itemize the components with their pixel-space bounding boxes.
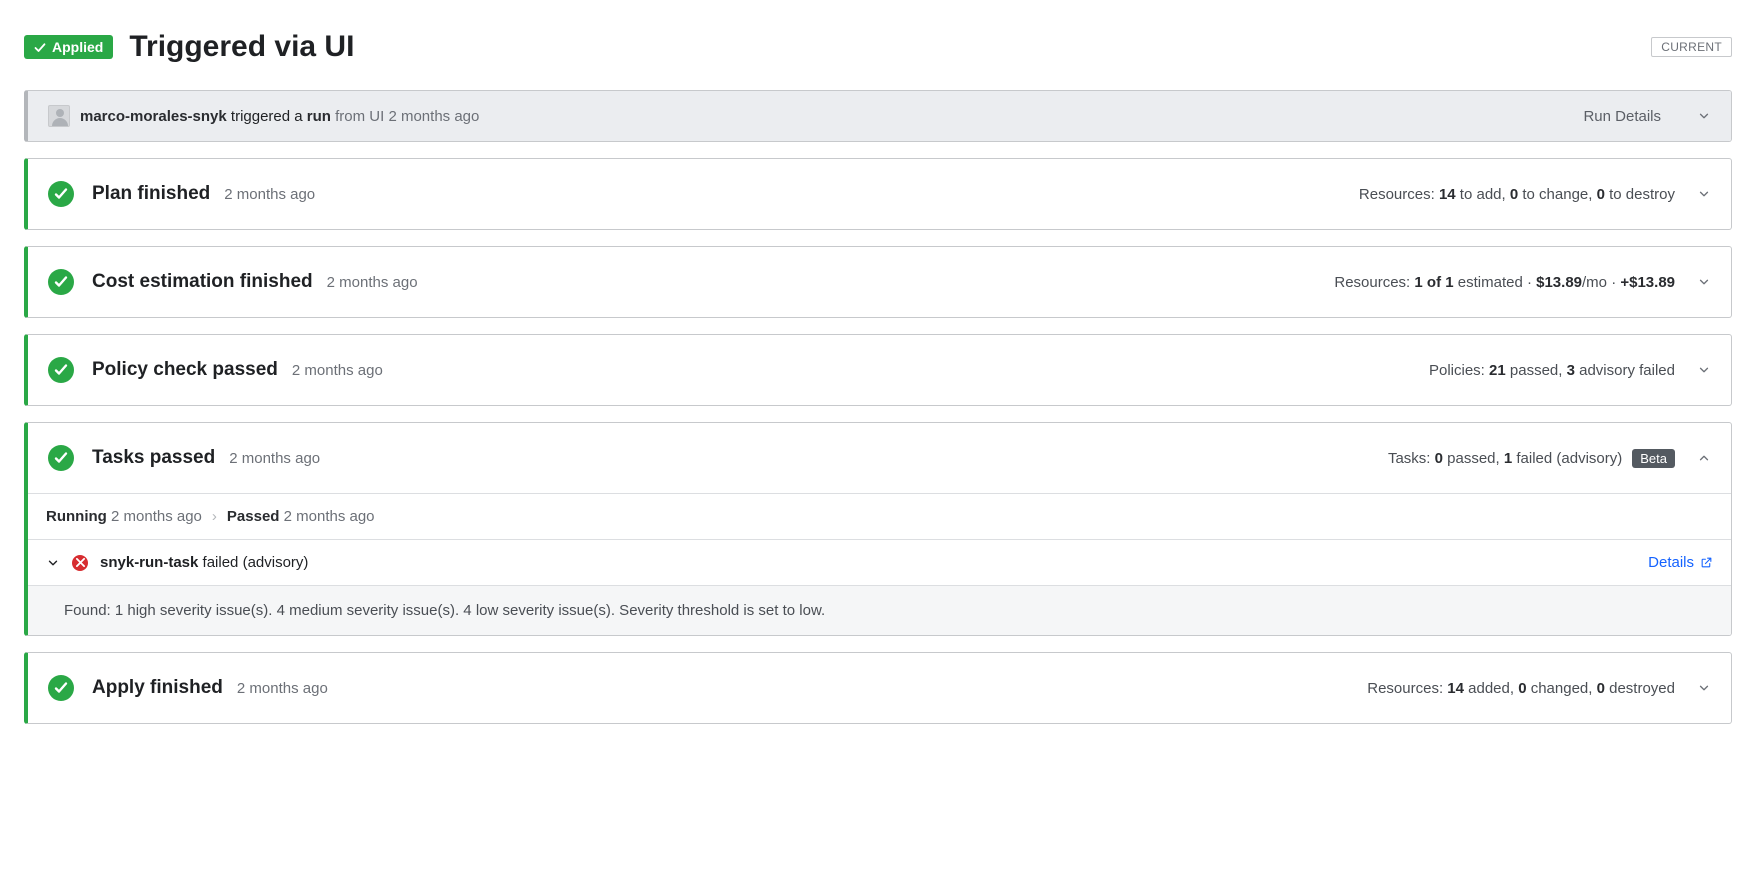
stage-time: 2 months ago — [229, 450, 320, 467]
task-row[interactable]: snyk-run-task failed (advisory) Details — [28, 539, 1731, 585]
stage-title: Tasks passed — [92, 447, 215, 469]
task-message: Found: 1 high severity issue(s). 4 mediu… — [28, 585, 1731, 635]
stage-plan[interactable]: Plan finished 2 months ago Resources: 14… — [24, 158, 1732, 230]
error-icon — [72, 555, 88, 571]
tasks-timeline: Running 2 months ago › Passed 2 months a… — [28, 493, 1731, 539]
stage-tasks: Tasks passed 2 months ago Tasks: 0 passe… — [24, 422, 1732, 636]
task-name-text: snyk-run-task failed (advisory) — [100, 554, 308, 571]
chevron-down-icon[interactable] — [1697, 681, 1711, 695]
stage-apply[interactable]: Apply finished 2 months ago Resources: 1… — [24, 652, 1732, 724]
stage-title: Cost estimation finished — [92, 271, 313, 293]
stage-cost[interactable]: Cost estimation finished 2 months ago Re… — [24, 246, 1732, 318]
success-icon — [48, 445, 74, 471]
stage-policy[interactable]: Policy check passed 2 months ago Policie… — [24, 334, 1732, 406]
stage-title: Apply finished — [92, 677, 223, 699]
check-icon — [34, 41, 46, 53]
stage-summary: Policies: 21 passed, 3 advisory failed — [1429, 362, 1675, 379]
page-header: Applied Triggered via UI CURRENT — [24, 30, 1732, 64]
stage-tasks-header[interactable]: Tasks passed 2 months ago Tasks: 0 passe… — [28, 423, 1731, 493]
timeline-running-time: 2 months ago — [111, 508, 202, 525]
chevron-down-icon[interactable] — [46, 556, 60, 570]
stage-time: 2 months ago — [292, 362, 383, 379]
run-details-button[interactable]: Run Details — [1583, 108, 1661, 125]
stage-time: 2 months ago — [224, 186, 315, 203]
chevron-down-icon[interactable] — [1697, 109, 1711, 123]
stage-title: Policy check passed — [92, 359, 278, 381]
avatar — [48, 105, 70, 127]
stage-summary: Resources: 1 of 1 estimated · $13.89/mo … — [1334, 274, 1675, 291]
success-icon — [48, 269, 74, 295]
stage-summary: Resources: 14 to add, 0 to change, 0 to … — [1359, 186, 1675, 203]
stage-title: Plan finished — [92, 183, 210, 205]
current-badge: CURRENT — [1651, 37, 1732, 57]
success-icon — [48, 181, 74, 207]
chevron-down-icon[interactable] — [1697, 187, 1711, 201]
stage-time: 2 months ago — [237, 680, 328, 697]
chevron-down-icon[interactable] — [1697, 275, 1711, 289]
external-link-icon — [1700, 556, 1713, 569]
timeline-running-label: Running — [46, 508, 107, 525]
stage-time: 2 months ago — [327, 274, 418, 291]
timeline-passed-time: 2 months ago — [284, 508, 375, 525]
stage-summary: Tasks: 0 passed, 1 failed (advisory) — [1388, 450, 1622, 467]
chevron-down-icon[interactable] — [1697, 363, 1711, 377]
success-icon — [48, 675, 74, 701]
run-user: marco-morales-snyk — [80, 108, 227, 125]
run-trigger-text: marco-morales-snyk triggered a run from … — [80, 108, 479, 125]
applied-badge: Applied — [24, 35, 113, 59]
stage-summary: Resources: 14 added, 0 changed, 0 destro… — [1367, 680, 1675, 697]
applied-badge-label: Applied — [52, 39, 103, 55]
timeline-passed-label: Passed — [227, 508, 280, 525]
page-title: Triggered via UI — [129, 30, 354, 64]
success-icon — [48, 357, 74, 383]
task-details-link[interactable]: Details — [1648, 554, 1713, 571]
run-details-card[interactable]: marco-morales-snyk triggered a run from … — [24, 90, 1732, 142]
beta-badge: Beta — [1632, 449, 1675, 468]
chevron-up-icon[interactable] — [1697, 451, 1711, 465]
chevron-right-icon: › — [212, 508, 217, 525]
